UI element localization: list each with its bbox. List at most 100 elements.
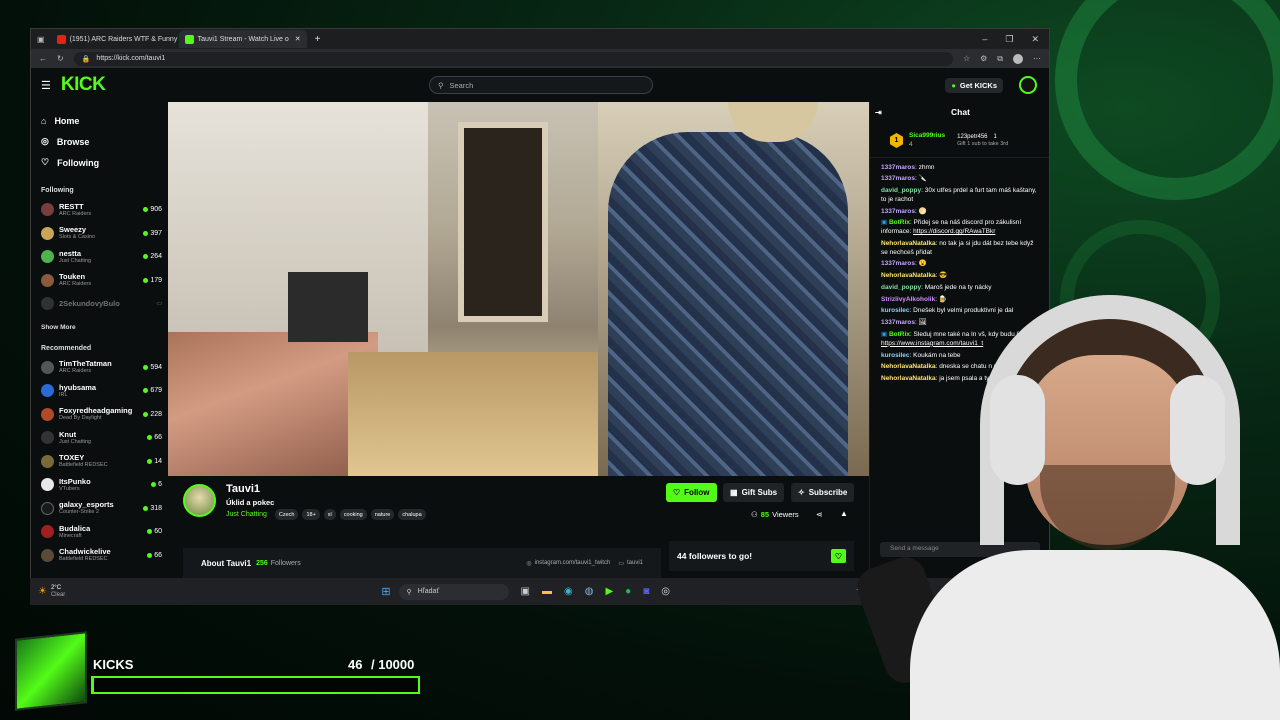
menu-dots-icon[interactable]: ⋯ [1033,54,1041,63]
avatar [41,454,54,468]
tag[interactable]: chalupa [398,509,426,520]
follow-button[interactable]: ♡ Follow [666,483,717,502]
report-icon[interactable]: ▲ [840,509,848,518]
spotify-icon[interactable]: ● [625,586,631,597]
close-tab-icon[interactable]: ✕ [295,35,301,43]
follower-goal-panel: 44 followers to go! ♡ [669,541,854,571]
file-explorer-icon[interactable]: ▬ [542,586,552,597]
maximize-icon[interactable]: ❐ [1005,34,1013,45]
weather-widget[interactable]: 2°C Clear [51,585,65,598]
stream-title: Úklid a pokec [226,498,275,507]
get-kicks-button[interactable]: ● Get KICKs [945,78,1003,93]
tag[interactable]: Czech [274,509,299,520]
streamer-avatar[interactable] [183,484,216,517]
steam-icon[interactable]: ◍ [585,586,594,597]
task-view-icon[interactable]: ▣ [521,586,530,597]
follower-goal-text: 44 followers to go! [677,551,753,561]
chat-message: 1337maros: zhmn [881,163,935,171]
search-input[interactable]: ⚲ Search [429,76,653,94]
stream-info: Tauvi1 Úklid a pokec Just Chatting Czech… [168,476,869,578]
kick-link[interactable]: tauvi1 [627,560,643,566]
taskbar-search[interactable]: ⚲ Hľadať [398,583,509,600]
chat-username[interactable]: david_poppy [881,187,921,194]
url-field[interactable]: 🔒 https://kick.com/tauvi1 [73,51,953,66]
avatar [41,273,54,287]
chat-username[interactable]: 1337maros [881,164,915,171]
profile-avatar[interactable] [1013,53,1023,64]
nav-following[interactable]: ♡ Following [41,152,168,173]
new-tab-button[interactable]: + [315,34,321,45]
goal-heart-icon[interactable]: ♡ [831,549,846,563]
collapse-chat-icon[interactable]: ⇥ [875,108,882,119]
viewer-count-value: 14 [154,457,162,465]
channel-item[interactable]: TimTheTatman ARC Raiders 594 [41,356,168,380]
close-window-icon[interactable]: ✕ [1031,34,1039,45]
channel-item[interactable]: Knut Just Chatting 66 [41,426,168,450]
minimize-icon[interactable]: – [982,34,987,45]
channel-item[interactable]: galaxy_esports Counter-Strike 2 318 [41,497,168,521]
tag[interactable]: cooking [339,509,367,520]
obs-icon[interactable]: ◎ [661,586,670,597]
viewer-count: 6 [151,481,162,488]
channel-item[interactable]: ItsPunko VTubers 6 [41,473,168,497]
tag[interactable]: xl [323,509,336,520]
nav-home[interactable]: ⌂ Home [41,110,168,131]
viewer-count: 906 [143,206,162,213]
chat-username[interactable]: NehorlavaNatalka [881,272,936,279]
back-icon[interactable]: ← [39,54,47,63]
chat-username[interactable]: BotRix [889,219,910,226]
channel-name[interactable]: Tauvi1 [226,483,260,495]
channel-item[interactable]: hyubsama IRL 679 [41,379,168,403]
video-player[interactable] [168,102,869,476]
viewer-count: 14 [147,458,162,465]
channel-item[interactable]: Touken ARC Raiders 179 [41,269,168,293]
kick-logo[interactable]: KICK [61,74,106,96]
chat-username[interactable]: NehorlavaNatalka [881,240,936,247]
share-icon[interactable]: ⋖ [816,510,823,519]
channel-item[interactable]: RESTT ARC Raiders 906 [41,198,168,222]
viewer-count: 397 [143,230,162,237]
heart-icon: ♡ [41,157,50,167]
avatar [41,548,54,562]
channel-item[interactable]: Budalica Minecraft 60 [41,520,168,544]
channel-item[interactable]: nestta Just Chatting 264 [41,245,168,269]
channel-item[interactable]: Chadwickelive Battlefield REDSEC 66 [41,544,168,568]
chat-username[interactable]: 1337maros [881,260,915,267]
chat-username[interactable]: 1337maros [881,208,915,215]
hamburger-menu-icon[interactable]: ☰ [41,79,51,92]
tag[interactable]: 18+ [302,509,320,520]
edge-icon[interactable]: ◉ [564,586,573,597]
favorite-icon[interactable]: ☆ [963,54,970,63]
viewer-label: Viewers [772,510,799,519]
user-avatar[interactable] [1019,76,1037,94]
instagram-link[interactable]: instagram.com/tauvi1_twitch [535,560,611,566]
tag[interactable]: nature [370,509,395,520]
channel-item-offline[interactable]: 2SekundovyBulo ▭ [41,292,168,316]
channel-item[interactable]: TOXEY Battlefield REDSEC 14 [41,450,168,474]
discord-icon[interactable]: ◙ [643,586,649,597]
category-link[interactable]: Just Chatting [226,511,267,518]
gift-subs-button[interactable]: ▦ Gift Subs [723,483,785,502]
reload-icon[interactable]: ↻ [57,54,64,63]
nav-browse[interactable]: ◎ Browse [41,131,168,152]
kick-app-icon[interactable]: ▶ [605,586,613,597]
get-kicks-label: Get KICKs [959,81,997,90]
channel-item[interactable]: Foxyredheadgaming Dead By Daylight 228 [41,403,168,427]
chat-username[interactable]: 1337maros [881,175,915,182]
chat-link[interactable]: https://discord.gg/RAwaTBkr [913,228,995,235]
live-dot-icon [147,552,153,558]
tab-actions-icon[interactable]: ▣ [37,35,45,44]
show-more-link[interactable]: Show More [41,324,168,331]
subscribe-button[interactable]: ✧ Subscribe [791,483,855,502]
browser-tab-kick[interactable]: Tauvi1 Stream - Watch Live o ✕ [178,30,307,48]
gift-label: Gift Subs [741,488,778,497]
collections-icon[interactable]: ⧉ [997,54,1003,64]
avatar [41,384,54,398]
channel-item[interactable]: Sweezy Slots & Casino 397 [41,222,168,246]
extension-icon[interactable]: ⚙ [980,54,987,63]
channel-category: Just Chatting [59,257,92,264]
chat-username[interactable]: david_poppy [881,284,921,291]
browser-tab-youtube[interactable]: (1951) ARC Raiders WTF & Funny ✕ [51,30,179,48]
gifter-leaderboard: 1 Sica999rius 4 123petr456 1 Gift 1 sub to … [870,124,1049,158]
windows-start-icon[interactable]: ⊞ [381,585,390,598]
